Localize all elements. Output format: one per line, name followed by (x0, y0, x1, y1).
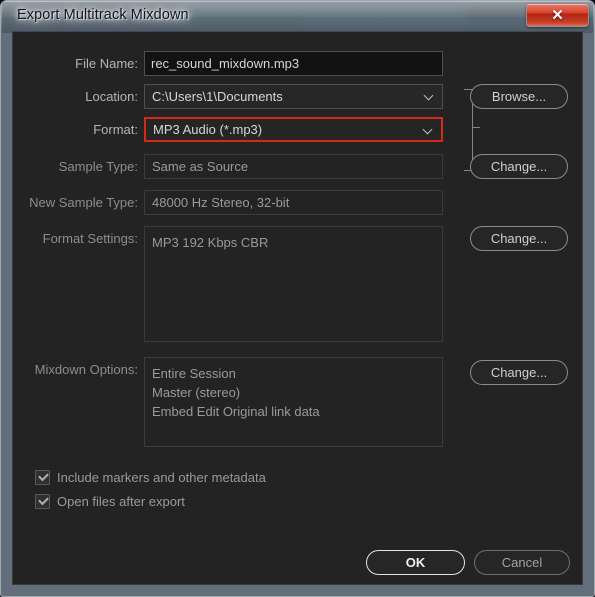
mixdown-option-line: Embed Edit Original link data (152, 404, 320, 419)
file-name-label: File Name: (75, 56, 138, 71)
close-icon: ✕ (551, 6, 564, 24)
checkbox-box (35, 470, 50, 485)
field-group-bracket-tick (472, 127, 480, 128)
cancel-button[interactable]: Cancel (474, 550, 570, 575)
file-name-input[interactable] (144, 51, 443, 76)
change-sample-type-button[interactable]: Change... (470, 154, 568, 179)
location-value: C:\Users\1\Documents (152, 89, 283, 104)
dialog-content: File Name: Location: C:\Users\1\Document… (12, 31, 583, 585)
check-icon (38, 494, 49, 506)
chevron-down-icon (424, 126, 434, 132)
check-icon (38, 470, 49, 482)
browse-button[interactable]: Browse... (470, 84, 568, 109)
export-mixdown-dialog: Export Multitrack Mixdown ✕ File Name: L… (0, 0, 595, 597)
location-label: Location: (85, 89, 138, 104)
new-sample-type-value: 48000 Hz Stereo, 32-bit (144, 190, 443, 215)
sample-type-value: Same as Source (144, 154, 443, 179)
format-settings-line: MP3 192 Kbps CBR (152, 235, 269, 250)
sample-type-label: Sample Type: (58, 159, 138, 174)
mixdown-options-value: Entire Session Master (stereo) Embed Edi… (144, 357, 443, 447)
row-new-sample-type: New Sample Type: 48000 Hz Stereo, 32-bit (13, 190, 582, 216)
window-title: Export Multitrack Mixdown (17, 7, 189, 23)
row-file-name: File Name: (13, 51, 582, 77)
format-label: Format: (93, 122, 138, 137)
change-mixdown-options-button[interactable]: Change... (470, 360, 568, 385)
mixdown-option-line: Master (stereo) (152, 385, 241, 400)
open-files-label: Open files after export (57, 494, 185, 509)
include-markers-label: Include markers and other metadata (57, 470, 266, 485)
location-dropdown[interactable]: C:\Users\1\Documents (144, 84, 443, 109)
format-settings-value: MP3 192 Kbps CBR (144, 226, 443, 342)
ok-button[interactable]: OK (366, 550, 465, 575)
mixdown-options-label: Mixdown Options: (34, 362, 138, 377)
mixdown-option-line: Entire Session (152, 366, 236, 381)
new-sample-type-label: New Sample Type: (29, 195, 138, 210)
row-format: Format: MP3 Audio (*.mp3) (13, 117, 582, 143)
checkbox-box (35, 494, 50, 509)
chevron-down-icon (425, 92, 435, 98)
format-settings-label: Format Settings: (42, 231, 138, 246)
format-value: MP3 Audio (*.mp3) (153, 122, 263, 137)
change-format-settings-button[interactable]: Change... (470, 226, 568, 251)
close-button[interactable]: ✕ (526, 3, 589, 27)
format-dropdown[interactable]: MP3 Audio (*.mp3) (144, 117, 443, 142)
